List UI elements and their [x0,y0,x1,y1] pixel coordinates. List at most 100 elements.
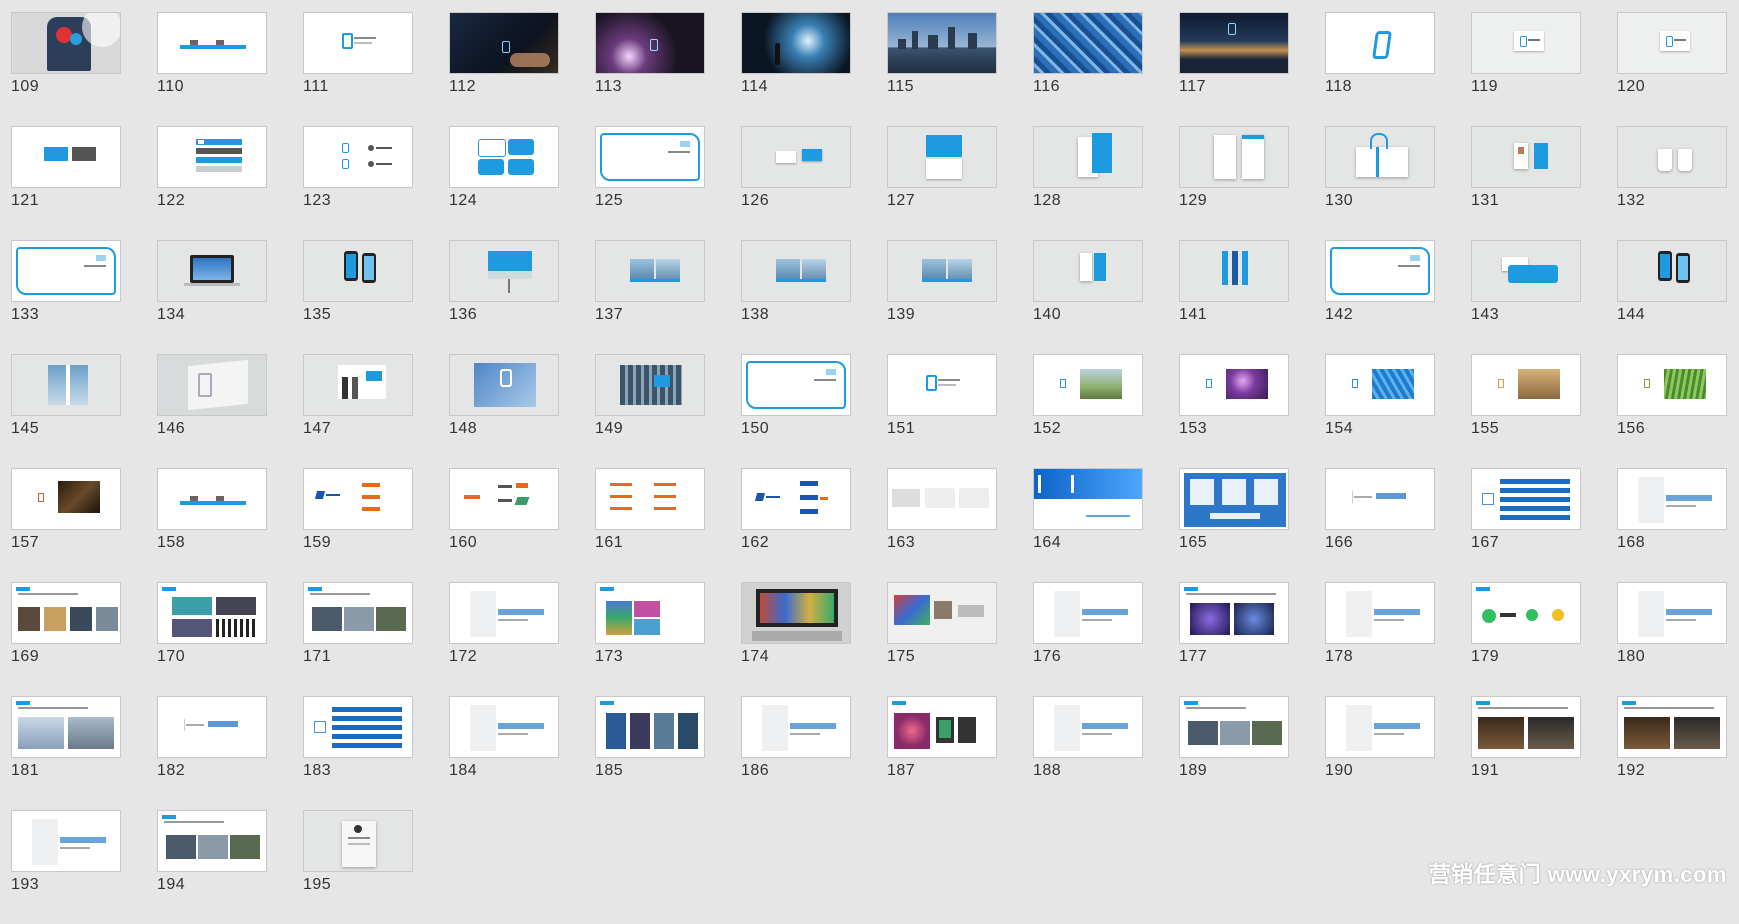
slide-thumbnail-135[interactable]: 135 [303,240,449,354]
slide-thumbnail-111[interactable]: 111 [303,12,449,126]
slide-preview[interactable] [303,810,413,872]
slide-preview[interactable] [595,582,705,644]
slide-preview[interactable] [303,12,413,74]
slide-thumbnail-157[interactable]: 157 [11,468,157,582]
slide-preview[interactable] [303,582,413,644]
slide-preview[interactable] [887,354,997,416]
slide-thumbnail-122[interactable]: 122 [157,126,303,240]
slide-preview[interactable] [157,12,267,74]
slide-preview[interactable] [157,126,267,188]
slide-thumbnail-181[interactable]: 181 [11,696,157,810]
slide-preview[interactable] [1471,354,1581,416]
slide-preview[interactable] [157,468,267,530]
slide-preview[interactable] [11,354,121,416]
slide-thumbnail-131[interactable]: 131 [1471,126,1617,240]
slide-thumbnail-138[interactable]: 138 [741,240,887,354]
slide-preview[interactable] [1033,468,1143,530]
slide-preview[interactable] [887,582,997,644]
slide-preview[interactable] [887,468,997,530]
slide-thumbnail-149[interactable]: 149 [595,354,741,468]
slide-thumbnail-115[interactable]: 115 [887,12,1033,126]
slide-thumbnail-116[interactable]: 116 [1033,12,1179,126]
slide-preview[interactable] [11,582,121,644]
slide-preview[interactable] [11,468,121,530]
slide-preview[interactable] [595,354,705,416]
slide-thumbnail-192[interactable]: 192 [1617,696,1739,810]
slide-preview[interactable] [1471,126,1581,188]
slide-preview[interactable] [157,582,267,644]
slide-preview[interactable] [11,696,121,758]
slide-thumbnail-175[interactable]: 175 [887,582,1033,696]
slide-thumbnail-155[interactable]: 155 [1471,354,1617,468]
slide-preview[interactable] [1617,240,1727,302]
slide-thumbnail-134[interactable]: 134 [157,240,303,354]
slide-preview[interactable] [741,354,851,416]
slide-preview[interactable] [1617,126,1727,188]
slide-preview[interactable] [1471,12,1581,74]
slide-thumbnail-150[interactable]: 150 [741,354,887,468]
slide-preview[interactable] [741,696,851,758]
slide-thumbnail-148[interactable]: 148 [449,354,595,468]
slide-thumbnail-123[interactable]: 123 [303,126,449,240]
slide-preview[interactable] [741,468,851,530]
slide-preview[interactable] [887,240,997,302]
slide-preview[interactable] [303,240,413,302]
slide-thumbnail-164[interactable]: 164 [1033,468,1179,582]
slide-thumbnail-189[interactable]: 189 [1179,696,1325,810]
slide-thumbnail-190[interactable]: 190 [1325,696,1471,810]
slide-preview[interactable] [1179,12,1289,74]
slide-thumbnail-168[interactable]: 168 [1617,468,1739,582]
slide-thumbnail-141[interactable]: 141 [1179,240,1325,354]
slide-thumbnail-136[interactable]: 136 [449,240,595,354]
slide-thumbnail-170[interactable]: 170 [157,582,303,696]
slide-thumbnail-129[interactable]: 129 [1179,126,1325,240]
slide-thumbnail-167[interactable]: 167 [1471,468,1617,582]
slide-preview[interactable] [1179,582,1289,644]
slide-thumbnail-144[interactable]: 144 [1617,240,1739,354]
slide-thumbnail-126[interactable]: 126 [741,126,887,240]
slide-preview[interactable] [1471,696,1581,758]
slide-thumbnail-186[interactable]: 186 [741,696,887,810]
slide-preview[interactable] [741,240,851,302]
slide-preview[interactable] [1325,468,1435,530]
slide-thumbnail-120[interactable]: 120 [1617,12,1739,126]
slide-preview[interactable] [595,696,705,758]
slide-thumbnail-191[interactable]: 191 [1471,696,1617,810]
slide-preview[interactable] [1325,582,1435,644]
slide-preview[interactable] [595,126,705,188]
slide-preview[interactable] [1617,468,1727,530]
slide-preview[interactable] [157,810,267,872]
slide-thumbnail-159[interactable]: 159 [303,468,449,582]
slide-thumbnail-194[interactable]: 194 [157,810,303,924]
slide-thumbnail-156[interactable]: 156 [1617,354,1739,468]
slide-thumbnail-176[interactable]: 176 [1033,582,1179,696]
slide-thumbnail-146[interactable]: 146 [157,354,303,468]
slide-preview[interactable] [11,126,121,188]
slide-thumbnail-125[interactable]: 125 [595,126,741,240]
slide-thumbnail-182[interactable]: 182 [157,696,303,810]
slide-preview[interactable] [887,696,997,758]
slide-preview[interactable] [741,582,851,644]
slide-thumbnail-163[interactable]: 163 [887,468,1033,582]
slide-thumbnail-114[interactable]: 114 [741,12,887,126]
slide-thumbnail-153[interactable]: 153 [1179,354,1325,468]
slide-preview[interactable] [449,12,559,74]
slide-preview[interactable] [1617,696,1727,758]
slide-preview[interactable] [741,126,851,188]
slide-thumbnail-166[interactable]: 166 [1325,468,1471,582]
slide-thumbnail-169[interactable]: 169 [11,582,157,696]
slide-thumbnail-119[interactable]: 119 [1471,12,1617,126]
slide-thumbnail-128[interactable]: 128 [1033,126,1179,240]
slide-thumbnail-139[interactable]: 139 [887,240,1033,354]
slide-thumbnail-151[interactable]: 151 [887,354,1033,468]
slide-thumbnail-171[interactable]: 171 [303,582,449,696]
slide-thumbnail-188[interactable]: 188 [1033,696,1179,810]
slide-preview[interactable] [887,12,997,74]
slide-thumbnail-173[interactable]: 173 [595,582,741,696]
slide-preview[interactable] [1179,696,1289,758]
slide-thumbnail-183[interactable]: 183 [303,696,449,810]
slide-preview[interactable] [1179,354,1289,416]
slide-thumbnail-160[interactable]: 160 [449,468,595,582]
slide-preview[interactable] [157,696,267,758]
slide-thumbnail-147[interactable]: 147 [303,354,449,468]
